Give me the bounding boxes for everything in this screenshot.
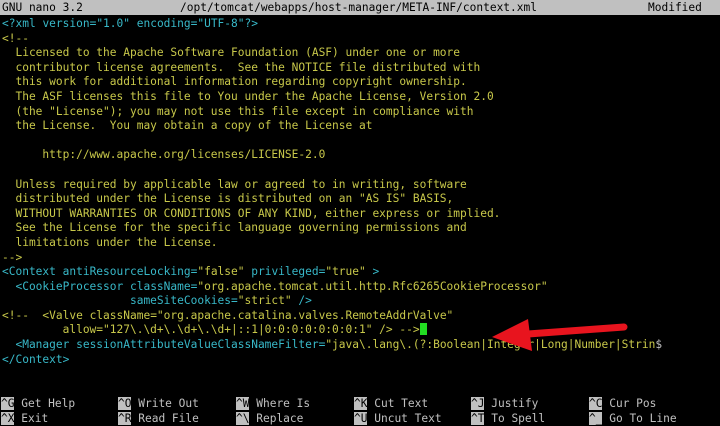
shortcut-to-spell[interactable]: ^T To Spell — [471, 411, 545, 426]
shortcut-row-1: ^G Get Help ^O Write Out ^W Where Is ^K … — [0, 397, 720, 412]
shortcut-cur-pos[interactable]: ^C Cur Pos — [589, 397, 656, 412]
shortcut-cut-text[interactable]: ^K Cut Text — [354, 397, 428, 412]
shortcut-read-file[interactable]: ^R Read File — [118, 411, 199, 426]
shortcut-go-to-line[interactable]: ^_ Go To Line — [589, 411, 677, 426]
shortcut-uncut-text[interactable]: ^U Uncut Text — [354, 411, 442, 426]
shortcut-exit[interactable]: ^X Exit — [1, 411, 48, 426]
shortcut-replace[interactable]: ^\ Replace — [236, 411, 303, 426]
shortcut-where-is[interactable]: ^W Where Is — [236, 397, 310, 412]
shortcut-get-help[interactable]: ^G Get Help — [1, 397, 75, 412]
shortcut-row-2: ^X Exit ^R Read File ^\ Replace ^U Uncut… — [0, 411, 720, 426]
shortcut-justify[interactable]: ^J Justify — [471, 397, 538, 412]
shortcut-bar: ^G Get Help ^O Write Out ^W Where Is ^K … — [0, 397, 720, 426]
shortcut-write-out[interactable]: ^O Write Out — [118, 397, 199, 412]
annotation-arrow-icon — [492, 319, 628, 351]
